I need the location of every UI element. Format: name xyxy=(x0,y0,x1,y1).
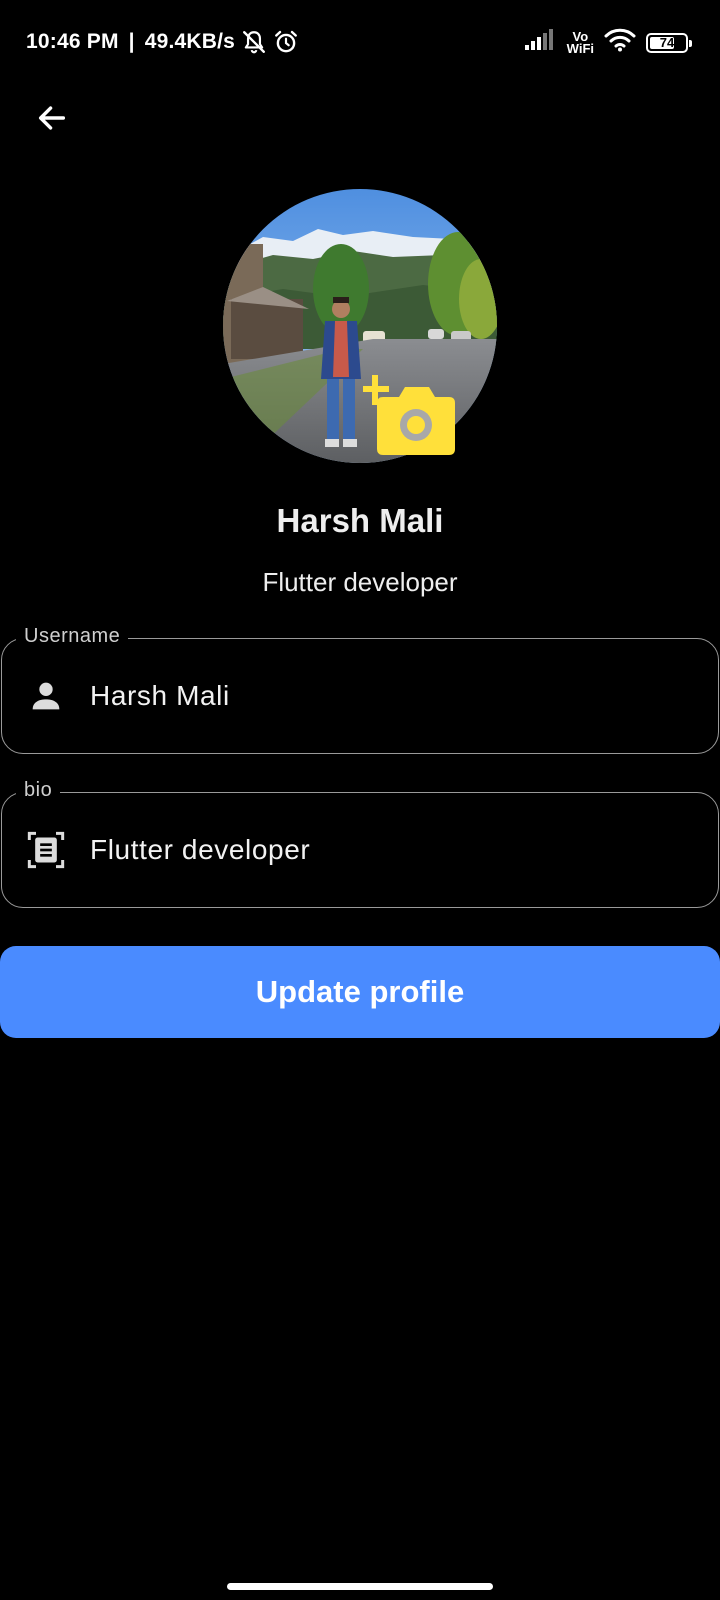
update-profile-button[interactable]: Update profile xyxy=(0,946,720,1038)
battery-icon: 74 xyxy=(646,32,692,53)
status-left: 10:46 PM | 49.4KB/s xyxy=(26,29,299,55)
status-time: 10:46 PM xyxy=(26,30,119,53)
add-a-photo-icon[interactable] xyxy=(363,375,459,459)
bio-field[interactable]: bio xyxy=(1,779,719,908)
username-input[interactable] xyxy=(88,669,692,723)
profile-bio: Flutter developer xyxy=(262,567,458,597)
avatar-container xyxy=(223,189,497,463)
username-label: Username xyxy=(16,625,129,648)
profile-name: Harsh Mali xyxy=(276,502,444,539)
bio-label: bio xyxy=(16,779,61,802)
alarm-icon xyxy=(273,29,299,55)
arrow-left-icon xyxy=(38,106,66,130)
muted-bell-icon xyxy=(241,29,267,55)
status-bar: 10:46 PM | 49.4KB/s Vo WiFi 74 xyxy=(0,0,720,84)
wifi-icon xyxy=(604,28,636,57)
signal-icon xyxy=(524,29,557,56)
username-field[interactable]: Username xyxy=(1,625,719,754)
document-scanner-icon xyxy=(26,830,66,870)
network-speed: 49.4KB/s xyxy=(144,30,236,53)
back-button[interactable] xyxy=(30,96,74,140)
bio-input[interactable] xyxy=(88,823,692,877)
status-separator: | xyxy=(128,30,135,53)
person-icon xyxy=(26,676,66,716)
status-right: Vo WiFi 74 xyxy=(524,28,692,57)
home-indicator[interactable] xyxy=(227,1583,493,1590)
vowifi-indicator: Vo WiFi xyxy=(566,30,594,56)
vowifi-bottom: WiFi xyxy=(566,40,594,56)
battery-level: 74 xyxy=(659,35,675,50)
